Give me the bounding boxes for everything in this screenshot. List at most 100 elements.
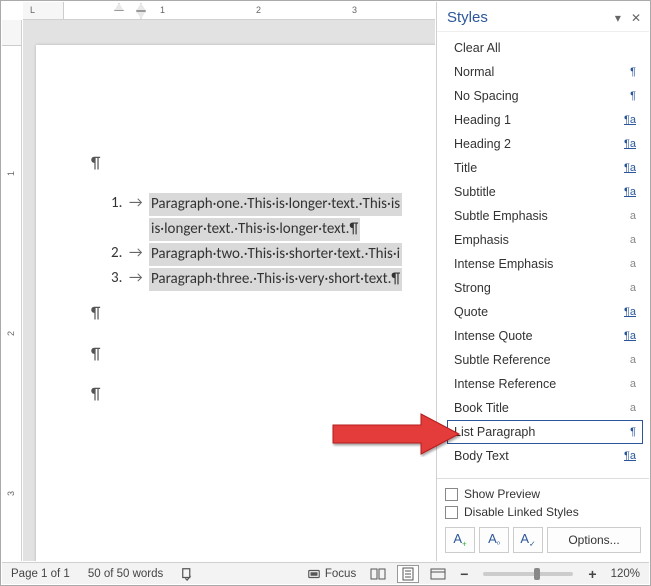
style-item-intense-emphasis[interactable]: Intense Emphasisa xyxy=(447,252,643,276)
disable-linked-label: Disable Linked Styles xyxy=(464,505,579,519)
list-item[interactable]: 3. → Paragraph·three.·This·is·very·short… xyxy=(111,268,435,291)
show-preview-checkbox[interactable]: Show Preview xyxy=(445,485,641,503)
style-label: Intense Quote xyxy=(454,329,533,343)
word-count[interactable]: 50 of 50 words xyxy=(85,568,166,580)
style-item-quote[interactable]: Quote ¶a xyxy=(447,300,643,324)
style-type-icon: ¶a xyxy=(618,138,636,150)
list-item-continuation[interactable]: is·longer·text.·This·is·longer·text.¶ xyxy=(111,218,435,241)
ruler-tab-stop: L xyxy=(30,5,35,15)
style-item-intense-quote[interactable]: Intense Quote ¶a xyxy=(447,324,643,348)
style-type-icon: a xyxy=(618,402,636,414)
list-item[interactable]: 2. → Paragraph·two.·This·is·shorter·text… xyxy=(111,243,435,266)
style-item-no-spacing[interactable]: No Spacing¶ xyxy=(447,84,643,108)
style-type-icon: ¶a xyxy=(618,186,636,198)
new-style-button[interactable]: A+ xyxy=(445,527,475,553)
styles-list[interactable]: Clear AllNormal¶No Spacing¶Heading 1¶aHe… xyxy=(437,32,649,478)
ruler-tick: 3 xyxy=(6,491,16,496)
style-label: List Paragraph xyxy=(454,425,535,439)
list-text[interactable]: is·longer·text.·This·is·longer·text.¶ xyxy=(149,218,360,241)
style-label: Subtle Reference xyxy=(454,353,551,367)
zoom-in-button[interactable]: + xyxy=(585,566,599,582)
ruler-tick: 1 xyxy=(6,171,16,176)
document-content[interactable]: ¶ 1. → Paragraph·one.·This·is·longer·tex… xyxy=(91,145,435,425)
style-label: Strong xyxy=(454,281,491,295)
style-item-title[interactable]: Title¶a xyxy=(447,156,643,180)
checkbox-icon[interactable] xyxy=(445,506,458,519)
disable-linked-checkbox[interactable]: Disable Linked Styles xyxy=(445,503,641,521)
list-number: 1. xyxy=(111,193,129,216)
style-label: Quote xyxy=(454,305,488,319)
focus-mode-button[interactable]: Focus xyxy=(304,567,359,581)
zoom-slider[interactable] xyxy=(483,572,573,576)
style-type-icon: ¶a xyxy=(618,330,636,342)
show-preview-label: Show Preview xyxy=(464,487,540,501)
style-type-icon: a xyxy=(618,354,636,366)
style-label: Title xyxy=(454,161,477,175)
style-item-strong[interactable]: Strong a xyxy=(447,276,643,300)
pane-dropdown-icon[interactable]: ▾ xyxy=(615,11,621,25)
style-item-emphasis[interactable]: Emphasisa xyxy=(447,228,643,252)
style-inspector-button[interactable]: Aᵒ xyxy=(479,527,509,553)
style-label: Body Text xyxy=(454,449,509,463)
vertical-ruler[interactable]: 1 2 3 xyxy=(2,20,22,561)
tab-arrow-icon: → xyxy=(129,243,149,266)
style-item-subtle-emphasis[interactable]: Subtle Emphasis a xyxy=(447,204,643,228)
list-number: 2. xyxy=(111,243,129,266)
style-type-icon: a xyxy=(618,258,636,270)
zoom-level[interactable]: 120% xyxy=(608,568,643,580)
paragraph-mark: ¶ xyxy=(91,153,435,175)
style-item-intense-reference[interactable]: Intense Referencea xyxy=(447,372,643,396)
style-item-heading-1[interactable]: Heading 1¶a xyxy=(447,108,643,132)
close-icon[interactable]: ✕ xyxy=(631,11,641,25)
list-text[interactable]: Paragraph·one.·This·is·longer·text.·This… xyxy=(149,193,402,216)
page-count[interactable]: Page 1 of 1 xyxy=(8,568,73,580)
read-mode-button[interactable] xyxy=(367,565,389,583)
style-type-icon: ¶ xyxy=(618,90,636,102)
style-item-heading-2[interactable]: Heading 2 ¶a xyxy=(447,132,643,156)
ruler-tick: 2 xyxy=(256,5,261,15)
manage-styles-button[interactable]: A✓ xyxy=(513,527,543,553)
style-label: Subtitle xyxy=(454,185,496,199)
left-indent-marker[interactable] xyxy=(114,3,124,11)
status-bar: Page 1 of 1 50 of 50 words Focus − xyxy=(2,562,649,584)
ruler-tick: 1 xyxy=(160,5,165,15)
style-type-icon: a xyxy=(618,210,636,222)
first-line-indent-marker[interactable] xyxy=(136,3,146,11)
document-scroll-area[interactable]: ¶ 1. → Paragraph·one.·This·is·longer·tex… xyxy=(23,20,435,561)
style-item-subtle-reference[interactable]: Subtle Reference a xyxy=(447,348,643,372)
app-frame: { "ruler": { "h_ticks": ["L","1","2","3"… xyxy=(0,0,651,586)
hanging-indent-marker[interactable] xyxy=(136,11,146,19)
style-type-icon: a xyxy=(618,378,636,390)
list-text[interactable]: Paragraph·two.·This·is·shorter·text.·Thi… xyxy=(149,243,402,266)
web-layout-button[interactable] xyxy=(427,565,449,583)
list-text[interactable]: Paragraph·three.·This·is·very·short·text… xyxy=(149,268,402,291)
style-type-icon: ¶a xyxy=(618,450,636,462)
style-item-book-title[interactable]: Book Titlea xyxy=(447,396,643,420)
style-item-normal[interactable]: Normal¶ xyxy=(447,60,643,84)
styles-pane: Styles ▾ ✕ Clear AllNormal¶No Spacing¶He… xyxy=(436,2,649,561)
paragraph-mark: ¶ xyxy=(91,303,435,325)
style-item-body-text[interactable]: Body Text ¶a xyxy=(447,444,643,468)
list-item[interactable]: 1. → Paragraph·one.·This·is·longer·text.… xyxy=(111,193,435,216)
zoom-slider-thumb[interactable] xyxy=(534,568,540,580)
print-layout-button[interactable] xyxy=(397,565,419,583)
style-type-icon: ¶a xyxy=(618,306,636,318)
style-item-clear-all[interactable]: Clear All xyxy=(447,36,643,60)
numbered-list: 1. → Paragraph·one.·This·is·longer·text.… xyxy=(111,193,435,291)
spellcheck-icon[interactable] xyxy=(178,567,198,581)
checkbox-icon[interactable] xyxy=(445,488,458,501)
horizontal-ruler[interactable]: L 1 2 3 xyxy=(23,2,435,20)
style-item-list-paragraph[interactable]: List Paragraph¶ xyxy=(447,420,643,444)
style-type-icon: a xyxy=(618,282,636,294)
document-page[interactable]: ¶ 1. → Paragraph·one.·This·is·longer·tex… xyxy=(36,45,435,561)
style-item-subtitle[interactable]: Subtitle ¶a xyxy=(447,180,643,204)
style-label: Normal xyxy=(454,65,494,79)
options-button[interactable]: Options... xyxy=(547,527,641,553)
focus-label: Focus xyxy=(325,568,356,580)
style-label: Heading 2 xyxy=(454,137,511,151)
zoom-out-button[interactable]: − xyxy=(457,566,471,582)
tab-arrow-icon: → xyxy=(129,193,149,216)
style-label: Subtle Emphasis xyxy=(454,209,548,223)
styles-pane-footer: Show Preview Disable Linked Styles A+ Aᵒ… xyxy=(437,478,649,561)
style-label: Emphasis xyxy=(454,233,509,247)
